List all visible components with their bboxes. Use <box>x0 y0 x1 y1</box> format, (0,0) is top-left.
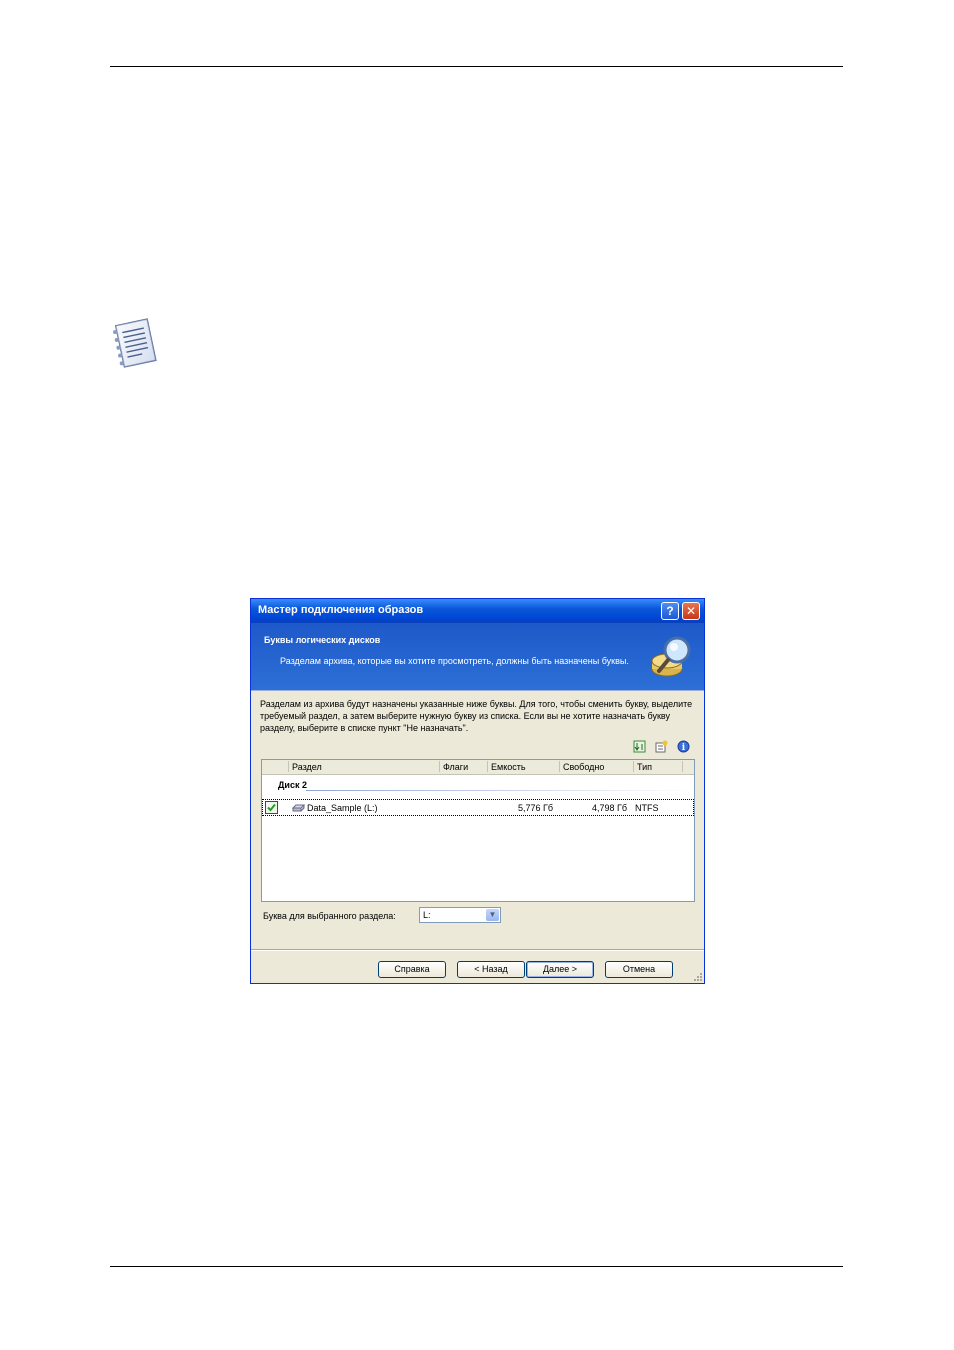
drive-letter-value: L: <box>423 910 431 920</box>
partition-type: NTFS <box>635 803 659 813</box>
disk-magnifier-icon <box>651 636 691 677</box>
next-button[interactable]: Далее > <box>526 961 594 978</box>
list-column-header: Раздел Флаги Емкость Свободно Тип <box>262 760 694 775</box>
help-title-button[interactable]: ? <box>661 602 679 620</box>
info-icon[interactable]: i <box>677 740 690 753</box>
partition-drive-icon <box>292 804 305 812</box>
partition-name: Data_Sample (L:) <box>307 803 378 813</box>
instruction-text: Разделам из архива будут назначены указа… <box>260 699 693 733</box>
check-icon <box>267 803 276 812</box>
footer-rule <box>110 1266 843 1267</box>
table-row[interactable]: Data_Sample (L:) 5,776 Гб 4,798 Гб NTFS <box>262 799 694 816</box>
header-rule <box>110 66 843 67</box>
header-title: Буквы логических дисков <box>264 635 381 645</box>
mount-image-wizard-dialog: Мастер подключения образов ? ✕ Буквы лог… <box>250 598 705 984</box>
chevron-down-icon[interactable]: ▼ <box>486 909 499 921</box>
properties-icon[interactable] <box>655 740 668 753</box>
partition-capacity: 5,776 Гб <box>518 803 554 813</box>
col-flags[interactable]: Флаги <box>443 762 468 772</box>
group-divider <box>306 790 692 791</box>
drive-letter-select[interactable]: L: ▼ <box>419 907 501 923</box>
col-partition[interactable]: Раздел <box>292 762 322 772</box>
title-bar[interactable]: Мастер подключения образов ? ✕ <box>251 599 704 623</box>
close-button[interactable]: ✕ <box>682 602 700 620</box>
header-subtitle: Разделам архива, которые вы хотите просм… <box>280 656 629 666</box>
back-button[interactable]: < Назад <box>457 961 525 978</box>
partition-free: 4,798 Гб <box>592 803 628 813</box>
col-capacity[interactable]: Емкость <box>491 762 526 772</box>
svg-text:i: i <box>682 743 686 753</box>
col-free[interactable]: Свободно <box>563 762 604 772</box>
col-type[interactable]: Тип <box>637 762 652 772</box>
resize-grip-icon[interactable] <box>694 973 702 981</box>
help-button[interactable]: Справка <box>378 961 446 978</box>
partition-list[interactable]: Раздел Флаги Емкость Свободно Тип Диск 2… <box>261 759 695 902</box>
partition-checkbox[interactable] <box>265 801 278 814</box>
footer-divider <box>251 949 704 951</box>
note-icon <box>113 318 157 368</box>
cancel-button[interactable]: Отмена <box>605 961 673 978</box>
sort-icon[interactable] <box>633 740 646 753</box>
letter-label: Буква для выбранного раздела: <box>263 911 396 921</box>
disk-group-label: Диск 2 <box>278 780 307 790</box>
dialog-title: Мастер подключения образов <box>258 604 424 616</box>
wizard-header: Буквы логических дисков Разделам архива,… <box>251 623 704 691</box>
